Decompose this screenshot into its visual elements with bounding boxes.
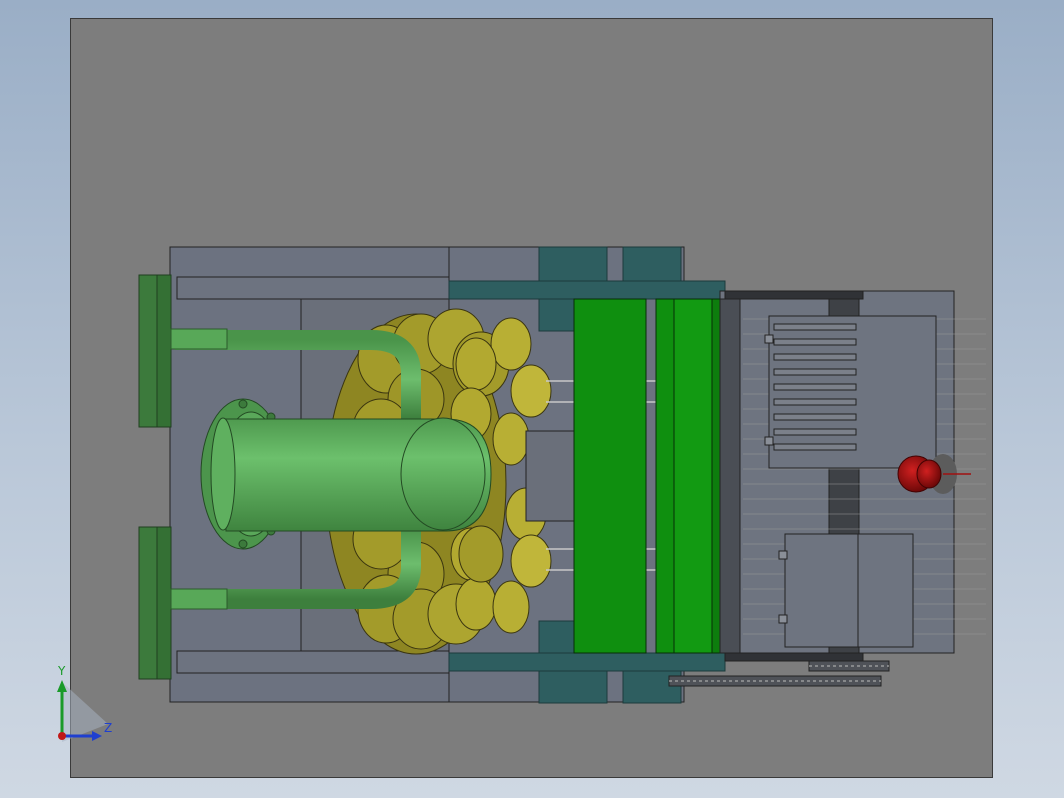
machine-model[interactable]	[71, 19, 994, 779]
lower-box	[778, 533, 914, 648]
triad-arrows	[57, 680, 108, 742]
z-axis-label: Z	[104, 721, 113, 735]
control-panel	[764, 315, 937, 469]
red-knob	[897, 454, 971, 494]
left-flange-top	[138, 274, 172, 428]
pressure-tank	[200, 398, 492, 550]
left-flange-bottom	[138, 526, 172, 680]
y-axis-label: Y	[58, 664, 66, 678]
coordinate-triad: Y Z	[50, 664, 120, 747]
3d-viewport[interactable]	[70, 18, 993, 778]
